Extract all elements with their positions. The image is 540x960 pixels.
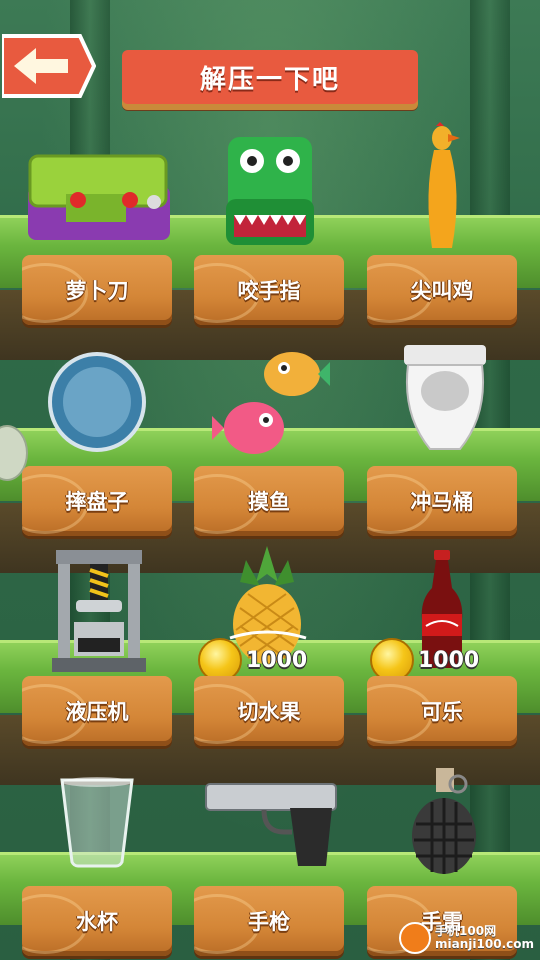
price-value: 1000 (246, 647, 308, 673)
item-label: 冲马桶 (410, 490, 474, 514)
item-label: 摸鱼 (248, 490, 290, 514)
crocodile-icon (226, 137, 314, 245)
price-value: 1000 (418, 647, 480, 673)
item-label: 水杯 (76, 910, 118, 934)
item-label: 萝卜刀 (65, 279, 129, 303)
page-title: 解压一下吧 (199, 64, 340, 95)
item-card-radish-knife[interactable]: 萝卜刀 (22, 255, 172, 325)
back-button[interactable] (0, 32, 97, 100)
item-label: 可乐 (421, 700, 463, 724)
plate-icon (48, 352, 146, 452)
pistol-icon (205, 783, 337, 866)
fish-icon (212, 352, 330, 454)
item-card-flush-toilet[interactable]: 冲马桶 (367, 466, 517, 536)
back-arrow-icon (0, 34, 97, 98)
item-card-bite-finger[interactable]: 咬手指 (194, 255, 344, 325)
item-label: 摔盘子 (65, 490, 129, 514)
item-card-pistol[interactable]: 手枪 (194, 886, 344, 956)
item-card-cola[interactable]: 可乐 (367, 676, 517, 746)
grenade-icon (412, 768, 476, 874)
item-label: 液压机 (65, 700, 129, 724)
watermark-logo-icon (399, 922, 432, 954)
watermark-url: mianji100.com (435, 937, 534, 951)
item-card-screaming-chicken[interactable]: 尖叫鸡 (367, 255, 517, 325)
watermark: 手机100网 mianji100.com (399, 922, 534, 954)
item-label: 尖叫鸡 (410, 279, 474, 303)
item-card-touch-fish[interactable]: 摸鱼 (194, 466, 344, 536)
hydraulic-press-icon (52, 550, 146, 672)
radish-knife-icon (28, 154, 170, 240)
item-label: 咬手指 (237, 279, 301, 303)
item-card-hydraulic-press[interactable]: 液压机 (22, 676, 172, 746)
toilet-icon (404, 345, 486, 450)
page-title-banner: 解压一下吧 (122, 50, 418, 104)
item-label: 切水果 (237, 700, 301, 724)
item-card-cut-fruit[interactable]: 切水果 (194, 676, 344, 746)
screaming-chicken-icon (428, 122, 460, 248)
item-label: 手枪 (248, 910, 290, 934)
item-card-water-cup[interactable]: 水杯 (22, 886, 172, 956)
glass-cup-icon (60, 777, 134, 868)
item-card-smash-plate[interactable]: 摔盘子 (22, 466, 172, 536)
